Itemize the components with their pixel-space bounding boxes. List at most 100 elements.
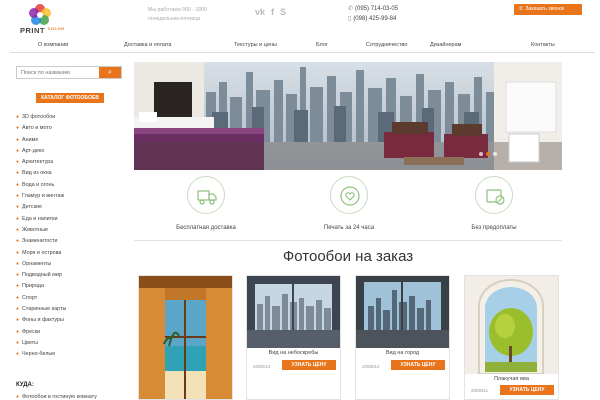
get-price-button[interactable]: УЗНАТЬ ЦЕНУ xyxy=(282,360,336,370)
category-label: Детские xyxy=(22,204,42,211)
category-item[interactable]: ● Арт-деко xyxy=(16,146,126,157)
logo-text: PRINT COLOR xyxy=(20,26,65,35)
logo-flower-icon xyxy=(29,4,51,25)
category-item[interactable]: ● Моря и острова xyxy=(16,248,126,259)
category-item[interactable]: ● Авто и мото xyxy=(16,123,126,134)
bullet-icon: ● xyxy=(16,283,20,290)
category-item[interactable]: ● Старинные карты xyxy=(16,304,126,315)
category-label: Аниме xyxy=(22,136,39,143)
no-prepayment-icon xyxy=(486,189,505,205)
willow-window-image xyxy=(465,276,558,374)
hours-line: Мы работаем 900 - 1800 xyxy=(148,7,207,13)
facebook-icon[interactable]: f xyxy=(271,7,274,17)
bullet-icon: ● xyxy=(16,351,20,358)
bullet-icon: ● xyxy=(16,170,20,177)
phone-2[interactable]: (098) 425-99-84 xyxy=(353,16,396,22)
slider-dot[interactable] xyxy=(479,152,483,156)
callback-label: Заказать звонок xyxy=(525,6,565,12)
product-name[interactable]: Вид на небоскребы xyxy=(247,350,340,356)
category-item[interactable]: ● Архитектура xyxy=(16,157,126,168)
category-item[interactable]: ● Животные xyxy=(16,225,126,236)
product-card[interactable] xyxy=(138,275,233,400)
skype-icon[interactable]: S xyxy=(280,7,286,17)
feature-no-prepay: Без предоплаты xyxy=(434,176,554,231)
nav-item-designers[interactable]: Дизайнерам xyxy=(430,42,461,48)
product-code: 2006012 xyxy=(362,364,380,369)
product-name[interactable]: Вид на город xyxy=(356,350,449,356)
category-label: Цветы xyxy=(22,339,38,346)
nav-item-blog[interactable]: Блог xyxy=(316,42,328,48)
phone-1[interactable]: (095) 714-03-05 xyxy=(355,6,398,12)
category-label: Архитектура xyxy=(22,159,54,166)
category-item[interactable]: ● Детские xyxy=(16,202,126,213)
category-label: Вода и огонь xyxy=(22,181,55,188)
category-item[interactable]: ● Орнаменты xyxy=(16,259,126,270)
heart-clock-icon xyxy=(340,186,360,206)
product-card[interactable]: Плакучая ива 2006011 УЗНАТЬ ЦЕНУ xyxy=(464,275,559,400)
category-label: Фрески xyxy=(22,328,41,335)
category-item[interactable]: ● Черно-белые xyxy=(16,349,126,360)
slider-dot[interactable] xyxy=(493,152,497,156)
feature-label: Без предоплаты xyxy=(471,225,517,231)
nav-item-contacts[interactable]: Контакты xyxy=(531,42,555,48)
nav-item-cooperation[interactable]: Сотрудничество xyxy=(366,42,407,48)
bullet-icon: ● xyxy=(16,328,20,335)
bullet-icon: ● xyxy=(16,260,20,267)
product-card[interactable]: Вид на небоскребы 2006013 УЗНАТЬ ЦЕНУ xyxy=(246,275,341,400)
category-item[interactable]: ● Цветы xyxy=(16,338,126,349)
section-title: Фотообои на заказ xyxy=(282,248,414,265)
slider-dots xyxy=(479,152,497,156)
logo[interactable]: PRINT COLOR xyxy=(14,4,66,38)
feature-circle xyxy=(187,176,225,214)
bullet-icon: ● xyxy=(16,215,20,222)
bullet-icon: ● xyxy=(16,238,20,245)
category-item[interactable]: ● 3D фотообои xyxy=(16,112,126,123)
category-item[interactable]: ● Фоны и фактуры xyxy=(16,315,126,326)
category-label: Авто и мото xyxy=(22,125,52,132)
category-item[interactable]: ● Аниме xyxy=(16,135,126,146)
category-item[interactable]: ● Еда и напитки xyxy=(16,214,126,225)
product-name[interactable]: Плакучая ива xyxy=(465,376,558,382)
search-input[interactable] xyxy=(17,67,100,78)
phone-icon: ✆ xyxy=(348,6,354,12)
delivery-truck-icon xyxy=(197,190,217,205)
category-label: Орнаменты xyxy=(22,260,52,267)
hero-banner[interactable] xyxy=(134,62,562,170)
phone-icon: ✆ xyxy=(519,6,524,12)
kuda-item[interactable]: ● Фотообои в гостиную комнату xyxy=(16,394,97,400)
bullet-icon: ● xyxy=(16,114,20,120)
vk-icon[interactable]: vk xyxy=(255,7,265,17)
search-icon: ⌕ xyxy=(108,69,112,76)
product-image[interactable] xyxy=(139,276,232,399)
bullet-icon: ● xyxy=(16,339,20,346)
social-links: vk f S xyxy=(255,7,286,17)
product-image[interactable] xyxy=(247,276,340,348)
category-item[interactable]: ● Гламур и винтаж xyxy=(16,191,126,202)
get-price-button[interactable]: УЗНАТЬ ЦЕНУ xyxy=(500,385,554,395)
category-item[interactable]: ● Подводный мир xyxy=(16,270,126,281)
category-item[interactable]: ● Фрески xyxy=(16,327,126,338)
category-label: Животные xyxy=(22,226,49,233)
divider xyxy=(134,240,562,241)
get-price-button[interactable]: УЗНАТЬ ЦЕНУ xyxy=(391,360,445,370)
category-item[interactable]: ● Вода и огонь xyxy=(16,180,126,191)
bullet-icon: ● xyxy=(16,294,20,301)
catalog-button[interactable]: КАТАЛОГ ФОТООБОЕВ xyxy=(36,93,104,103)
product-image[interactable] xyxy=(465,276,558,374)
slider-dot-active[interactable] xyxy=(486,152,490,156)
search-box: ⌕ xyxy=(16,66,122,79)
category-item[interactable]: ● Вид из окна xyxy=(16,168,126,179)
product-card[interactable]: Вид на город 2006012 УЗНАТЬ ЦЕНУ xyxy=(355,275,450,400)
product-image[interactable] xyxy=(356,276,449,348)
callback-button[interactable]: ✆ Заказать звонок xyxy=(514,4,582,15)
search-button[interactable]: ⌕ xyxy=(99,67,121,78)
category-item[interactable]: ● Спорт xyxy=(16,293,126,304)
beach-window-image xyxy=(139,276,232,399)
category-label: Вид из окна xyxy=(22,170,52,177)
category-item[interactable]: ● Природа xyxy=(16,281,126,292)
category-item[interactable]: ● Знаменитости xyxy=(16,236,126,247)
nav-item-textures[interactable]: Текстуры и цены xyxy=(234,42,277,48)
category-label: Спорт xyxy=(22,294,38,301)
nav-item-delivery[interactable]: Доставка и оплата xyxy=(124,42,171,48)
nav-item-about[interactable]: О компании xyxy=(38,42,68,48)
